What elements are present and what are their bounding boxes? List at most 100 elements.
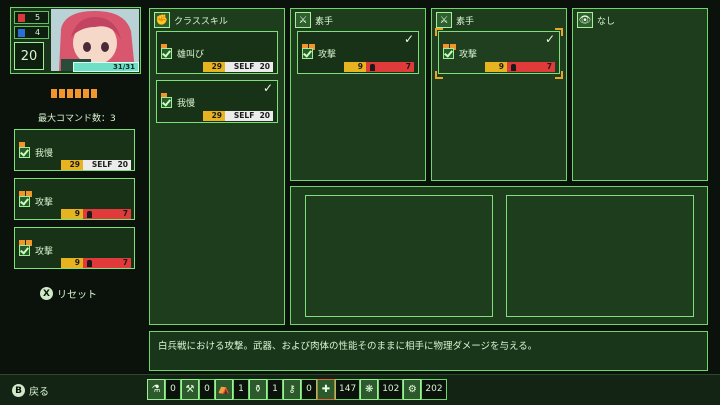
cost-value: 29	[61, 160, 83, 170]
stat-red-box: 5	[14, 11, 49, 24]
value-label: 20	[259, 62, 270, 71]
skill-icon	[443, 48, 454, 59]
gear-icon: ⚙	[403, 379, 422, 400]
flask-icon: ⚱	[249, 379, 267, 400]
accessory-slot-header: 👁 なし	[577, 12, 615, 28]
class-skill-card-2[interactable]: ✓ 我慢 29 SELF 20	[156, 80, 278, 123]
class-skill-title: クラススキル	[174, 16, 228, 27]
skill-stats: 29 SELF 20	[203, 62, 273, 72]
skill-name: 雄叫び	[177, 50, 205, 60]
hp-value: 31/31	[112, 63, 135, 71]
value-label: 20	[259, 111, 270, 120]
command-card-3[interactable]: 攻撃 9 7	[14, 227, 135, 269]
command-stats: 29 SELF 20	[61, 160, 131, 170]
class-skill-panel: ✊ クラススキル 雄叫び 29 SELF 20 ✓ 我慢 29 SELF 20	[149, 8, 285, 325]
inventory-count: 0	[199, 379, 215, 400]
skill-icon	[161, 97, 172, 108]
b-button-icon: B	[12, 384, 25, 397]
value-label: 20	[117, 160, 128, 169]
command-name: 攻撃	[35, 198, 54, 208]
skill-name: 攻撃	[459, 50, 478, 60]
reset-label: リセット	[57, 290, 97, 301]
command-icon	[19, 196, 30, 207]
pip	[83, 89, 89, 98]
material-icon: ❋	[360, 379, 379, 400]
hp-bar: 31/31	[73, 62, 139, 72]
weapon-slot-header: ⚔ 素手	[295, 12, 333, 28]
cursor-corner	[435, 28, 443, 36]
x-button-icon: X	[40, 287, 53, 300]
skill-stats: 29 SELF 20	[203, 111, 273, 121]
cost-value: 9	[344, 62, 366, 72]
equipped-check-icon: ✓	[403, 32, 414, 46]
cost-value: 9	[61, 258, 83, 268]
weapon-skill-card[interactable]: ✓ 攻撃 9 7	[297, 31, 419, 74]
command-card-1[interactable]: 我慢 29 SELF 20	[14, 129, 135, 171]
cost-value: 29	[203, 111, 225, 121]
inventory-bar: ⚗ 0 ⚒ 0 ⛺ 1 ⚱ 1 ⚷ 0 ✚ 147 ❋ 102 ⚙ 202	[147, 378, 447, 401]
inventory-count: 102	[378, 379, 404, 400]
command-stats: 9 7	[61, 258, 131, 268]
inventory-count: 0	[301, 379, 317, 400]
unit-icon	[83, 209, 97, 219]
command-card-2[interactable]: 攻撃 9 7	[14, 178, 135, 220]
weapon-slot-1: ⚔ 素手 ✓ 攻撃 9 7	[290, 8, 426, 181]
back-label: 戻る	[29, 387, 49, 398]
command-icon	[19, 245, 30, 256]
detail-subpanel-right	[506, 195, 694, 317]
skill-name: 攻撃	[318, 50, 337, 60]
cost-value: 29	[203, 62, 225, 72]
skill-icon	[161, 48, 172, 59]
effect-value: SELF 20	[225, 62, 273, 72]
pip	[59, 89, 65, 98]
command-pips	[51, 89, 97, 98]
crossed-swords-icon: ⚔	[295, 12, 311, 28]
effect-value: SELF 20	[225, 111, 273, 121]
weapon-skill-card-selected[interactable]: ✓ 攻撃 9 7	[438, 31, 560, 74]
fist-icon: ✊	[154, 12, 170, 28]
weapon-slot-2: ⚔ 素手 ✓ 攻撃 9 7	[431, 8, 567, 181]
command-stats: 9 7	[61, 209, 131, 219]
description-box: 白兵戦における攻撃。武器、および肉体の性能そのままに相手に物理ダメージを与える。	[149, 331, 708, 371]
inventory-count: 147	[335, 379, 361, 400]
damage-value: 7	[380, 62, 414, 72]
pip	[91, 89, 97, 98]
cost-value: 9	[61, 209, 83, 219]
accessory-slot: 👁 なし	[572, 8, 708, 181]
key-icon: ⚷	[283, 379, 301, 400]
red-token-icon	[18, 13, 25, 22]
accessory-slot-title: なし	[597, 16, 616, 27]
potion-icon: ⚗	[147, 379, 165, 400]
back-button[interactable]: B 戻る	[12, 383, 49, 398]
pip	[67, 89, 73, 98]
skill-stats: 9 7	[485, 62, 555, 72]
command-name: 攻撃	[35, 247, 54, 257]
skill-stats: 9 7	[344, 62, 414, 72]
reset-button[interactable]: X リセット	[40, 286, 97, 301]
crossed-swords-icon: ⚔	[436, 12, 452, 28]
description-text: 白兵戦における攻撃。武器、および肉体の性能そのままに相手に物理ダメージを与える。	[158, 341, 538, 352]
level-box: 20	[14, 42, 44, 70]
stat-red-value: 5	[35, 13, 41, 22]
unit-icon	[366, 62, 380, 72]
weapon-slot-header: ⚔ 素手	[436, 12, 474, 28]
cursor-corner	[555, 71, 563, 79]
pip	[51, 89, 57, 98]
weapon-slot-title: 素手	[456, 16, 475, 27]
eye-icon: 👁	[577, 12, 593, 28]
unit-icon	[83, 258, 97, 268]
class-skill-card-1[interactable]: 雄叫び 29 SELF 20	[156, 31, 278, 74]
max-commands-label: 最大コマンド数：3	[38, 114, 116, 124]
cursor-corner	[555, 28, 563, 36]
inventory-count: 202	[421, 379, 447, 400]
trap-icon: ⛺	[215, 379, 233, 400]
command-name: 我慢	[35, 149, 54, 159]
pip	[75, 89, 81, 98]
detail-subpanel-left	[305, 195, 493, 317]
equipped-check-icon: ✓	[544, 32, 555, 46]
detail-panel	[290, 186, 708, 325]
stat-blue-box: 4	[14, 26, 49, 39]
medkit-icon: ✚	[317, 379, 335, 400]
equipped-check-icon: ✓	[262, 81, 273, 95]
blue-token-icon	[18, 28, 25, 37]
